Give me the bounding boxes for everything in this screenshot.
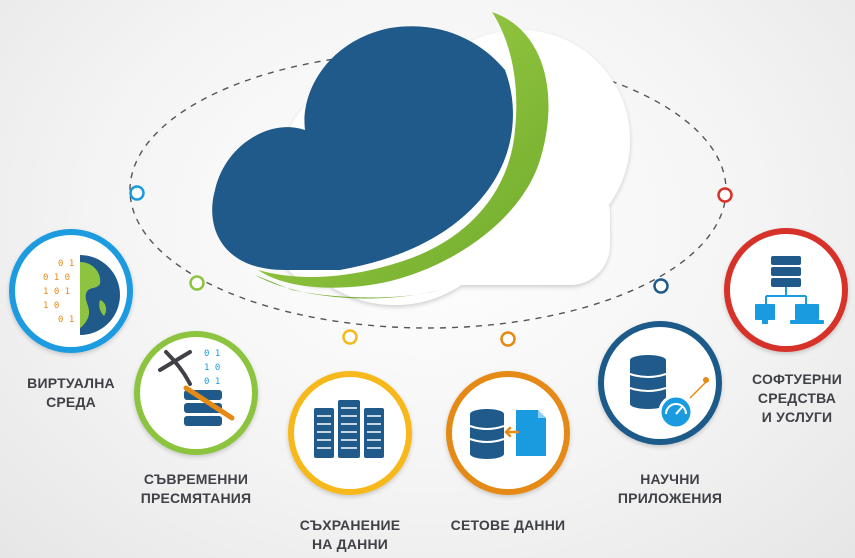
orbit-dot-red	[717, 187, 733, 203]
service-virtual[interactable]: 0 1 0 1 0 1 0 1 1 0 0 1	[9, 229, 133, 353]
svg-text:0 1: 0 1	[58, 259, 74, 269]
label-datasets: СЕТОВЕ ДАННИ	[450, 517, 566, 533]
label-storage: СЪХРАНЕНИЕ НА ДАННИ	[299, 517, 401, 552]
service-storage[interactable]	[288, 371, 412, 495]
service-datasets[interactable]	[446, 371, 570, 495]
label-virtual: ВИРТУАЛНА СРЕДА	[27, 375, 115, 410]
service-software[interactable]	[724, 228, 848, 352]
orbit-dot-orange	[500, 331, 516, 347]
label-software: СОФТУЕРНИ СРЕДСТВА И УСЛУГИ	[752, 371, 842, 425]
svg-text:0 1: 0 1	[204, 377, 220, 387]
orbit-dot-navy	[653, 278, 669, 294]
label-science: НАУЧНИ ПРИЛОЖЕНИЯ	[617, 471, 723, 506]
cloud-logo	[212, 12, 630, 305]
svg-text:0 1: 0 1	[204, 349, 220, 359]
label-computing: СЪВРЕМЕННИ ПРЕСМЯТАНИЯ	[140, 471, 252, 506]
svg-text:1 0: 1 0	[43, 301, 59, 311]
svg-text:0 1: 0 1	[58, 315, 74, 325]
orbit-dot-green	[189, 275, 205, 291]
svg-text:1 0 1: 1 0 1	[43, 287, 70, 297]
svg-text:1 0: 1 0	[204, 363, 220, 373]
orbit-dot-blue	[129, 185, 145, 201]
server-racks-icon	[314, 400, 384, 458]
service-computing[interactable]: 0 1 1 0 0 1	[134, 331, 258, 455]
svg-text:0 1 0: 0 1 0	[43, 273, 70, 283]
orbit-dot-yellow	[342, 329, 358, 345]
service-science[interactable]	[598, 321, 722, 445]
